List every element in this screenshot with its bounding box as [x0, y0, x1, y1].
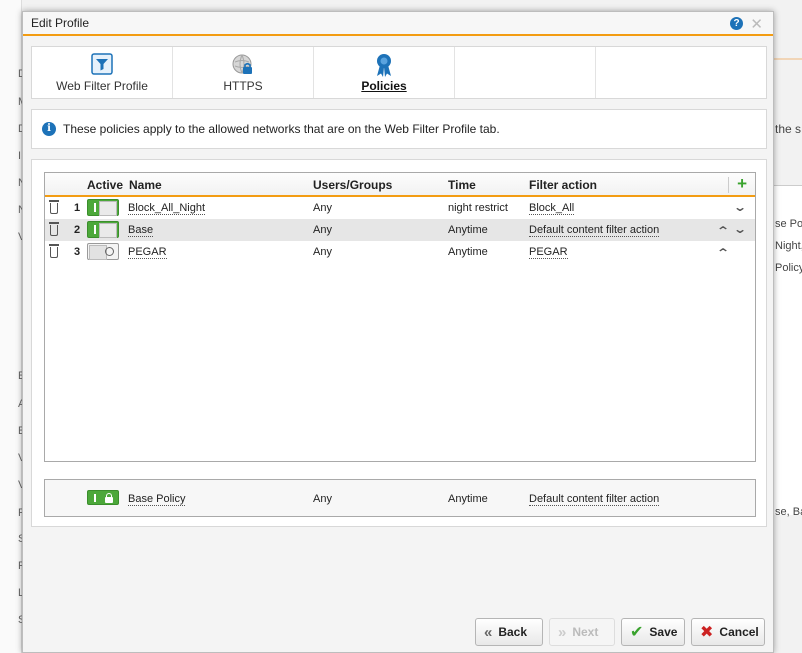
- policies-panel: Active Name Users/Groups Time Filter act…: [31, 159, 767, 527]
- tab-label: HTTPS: [223, 79, 263, 93]
- background-text: se, Ba: [775, 506, 802, 518]
- info-text: These policies apply to the allowed netw…: [63, 122, 500, 136]
- info-icon: i: [42, 122, 56, 136]
- double-chevron-right-icon: »: [558, 623, 567, 641]
- help-icon[interactable]: ?: [730, 17, 743, 30]
- globe-lock-icon: [232, 54, 252, 74]
- move-down-icon[interactable]: ⌄: [733, 222, 747, 236]
- info-message: i These policies apply to the allowed ne…: [31, 109, 767, 149]
- tab-spacer: [455, 47, 596, 98]
- background-text: Night,: [775, 240, 802, 252]
- move-up-icon[interactable]: ⌃: [716, 224, 730, 238]
- tab-bar: Web Filter Profile HTTPS Policies: [31, 46, 767, 99]
- header-separator: [728, 177, 729, 193]
- back-button[interactable]: « Back: [475, 618, 543, 646]
- active-toggle[interactable]: [87, 199, 119, 216]
- policy-users: Any: [313, 246, 332, 258]
- policy-time: Anytime: [448, 224, 488, 236]
- close-icon[interactable]: ✕: [750, 15, 763, 33]
- policy-filter-link[interactable]: Default content filter action: [529, 224, 660, 237]
- x-icon: ✖: [700, 624, 714, 641]
- tab-web-filter-profile[interactable]: Web Filter Profile: [32, 47, 173, 98]
- move-down-icon[interactable]: ⌄: [733, 200, 747, 214]
- active-toggle[interactable]: [87, 221, 119, 238]
- trash-icon[interactable]: [49, 244, 59, 258]
- background-right-panel: [770, 185, 802, 515]
- base-policy-users: Any: [313, 493, 332, 505]
- background-text: Policy: [775, 262, 802, 274]
- policy-time: Anytime: [448, 246, 488, 258]
- tab-policies[interactable]: Policies: [314, 47, 455, 98]
- cancel-label: Cancel: [719, 625, 759, 639]
- table-row: 2 Base Any Anytime Default content filte…: [45, 219, 755, 241]
- base-policy-name-link[interactable]: Base Policy: [128, 493, 186, 506]
- active-toggle[interactable]: [87, 243, 119, 260]
- add-policy-icon[interactable]: +: [737, 174, 747, 194]
- policy-filter-link[interactable]: Block_All: [529, 202, 575, 215]
- base-policy-row: Base Policy Any Anytime Default content …: [44, 479, 756, 517]
- background-text: the s: [775, 122, 802, 136]
- row-number: 3: [74, 246, 81, 258]
- save-label: Save: [649, 625, 678, 639]
- ribbon-icon: [377, 54, 391, 77]
- edit-profile-dialog: Edit Profile ? ✕ Web Filter Profile HTTP…: [22, 11, 774, 653]
- trash-icon[interactable]: [49, 200, 59, 214]
- move-up-icon[interactable]: ⌃: [716, 246, 730, 260]
- trash-icon[interactable]: [49, 222, 59, 236]
- base-policy-filter-link[interactable]: Default content filter action: [529, 493, 660, 506]
- policy-name-link[interactable]: Block_All_Night: [128, 202, 206, 215]
- next-button[interactable]: » Next: [549, 618, 615, 646]
- locked-toggle: [87, 490, 119, 505]
- policy-filter-link[interactable]: PEGAR: [529, 246, 568, 259]
- filter-icon: [91, 53, 113, 75]
- table-row: 3 PEGAR Any Anytime PEGAR ⌃: [45, 241, 755, 263]
- policy-users: Any: [313, 202, 332, 214]
- header-filter-action[interactable]: Filter action: [529, 178, 597, 192]
- cancel-button[interactable]: ✖ Cancel: [691, 618, 765, 646]
- dialog-title: Edit Profile: [31, 16, 90, 30]
- policy-time: night restrict: [448, 202, 508, 214]
- tab-label: Web Filter Profile: [56, 79, 148, 93]
- tab-label: Policies: [361, 79, 407, 93]
- dialog-titlebar: Edit Profile ? ✕: [23, 12, 773, 36]
- row-number: 2: [74, 224, 81, 236]
- background-text: se Po: [775, 218, 802, 230]
- header-users-groups[interactable]: Users/Groups: [313, 178, 392, 192]
- next-label: Next: [572, 625, 599, 639]
- policies-table: Active Name Users/Groups Time Filter act…: [44, 172, 756, 462]
- policy-name-link[interactable]: Base: [128, 224, 154, 237]
- double-chevron-left-icon: «: [484, 623, 493, 641]
- header-active: Active: [87, 178, 124, 192]
- policy-users: Any: [313, 224, 332, 236]
- save-button[interactable]: ✔ Save: [621, 618, 685, 646]
- header-name[interactable]: Name: [129, 178, 162, 192]
- table-row: 1 Block_All_Night Any night restrict Blo…: [45, 197, 755, 219]
- header-time[interactable]: Time: [448, 178, 476, 192]
- row-number: 1: [74, 202, 81, 214]
- tab-https[interactable]: HTTPS: [173, 47, 314, 98]
- policy-name-link[interactable]: PEGAR: [128, 246, 167, 259]
- checkmark-icon: ✔: [630, 624, 644, 641]
- background-letter: I: [18, 150, 22, 162]
- dialog-buttons: « Back » Next ✔ Save ✖ Cancel: [475, 618, 765, 646]
- base-policy-time: Anytime: [448, 493, 488, 505]
- table-header: Active Name Users/Groups Time Filter act…: [45, 173, 755, 197]
- back-label: Back: [498, 625, 528, 639]
